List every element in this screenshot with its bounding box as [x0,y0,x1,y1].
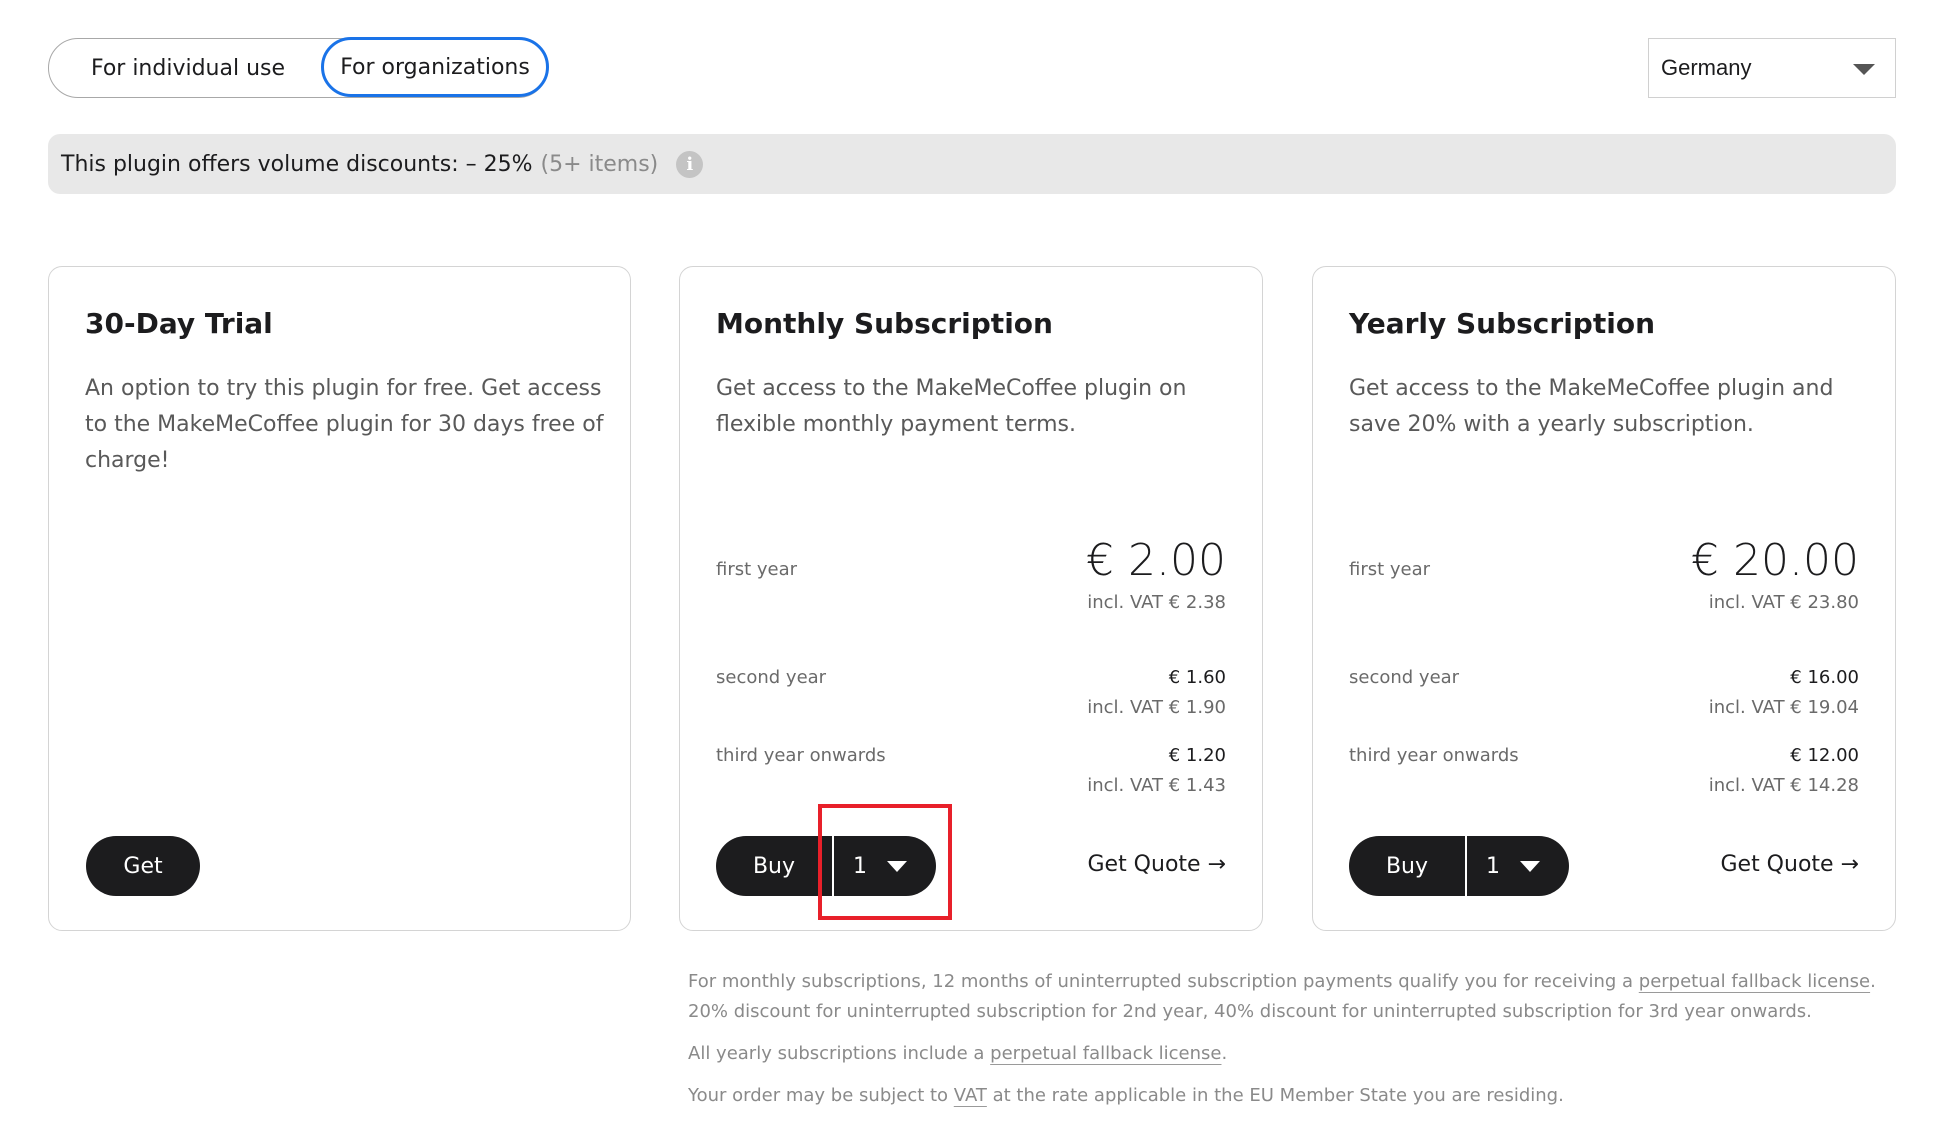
note-text: 20% discount for uninterrupted subscript… [688,1001,1812,1022]
chevron-down-icon [1853,64,1875,75]
price-vat: incl. VAT € 2.38 [1087,592,1226,613]
note-text: . [1870,971,1876,992]
card-title: Monthly Subscription [716,307,1053,340]
buy-button[interactable]: Buy [716,836,832,896]
price-label: third year onwards [1349,745,1519,766]
audience-toggle: For individual use For organizations [48,37,549,98]
price-label: second year [716,667,827,688]
toggle-organizations[interactable]: For organizations [321,37,549,97]
price-vat: incl. VAT € 23.80 [1708,592,1859,613]
price-vat: incl. VAT € 1.90 [1087,697,1226,718]
buy-group: Buy 1 [1349,836,1569,896]
price-label: second year [1349,667,1460,688]
banner-muted-text: (5+ items) [540,151,659,177]
vat-link[interactable]: VAT [954,1085,987,1106]
note-text: at the rate applicable in the EU Member … [986,1085,1564,1106]
chevron-down-icon [1520,860,1540,872]
get-quote-link[interactable]: Get Quote → [1087,852,1226,877]
price-amount: € 1.60 [1168,667,1226,688]
note-text: All yearly subscriptions include a [688,1043,991,1064]
note-text: Your order may be subject to [688,1085,954,1106]
chevron-down-icon [887,860,907,872]
price-label: first year [1349,559,1431,580]
price-amount: € 2.00 [1086,535,1226,586]
card-title: Yearly Subscription [1349,307,1656,340]
card-description: An option to try this plugin for free. G… [85,376,604,473]
card-description: Get access to the MakeMeCoffee plugin an… [1349,376,1834,437]
yearly-card: Yearly Subscription Get access to the Ma… [1312,266,1896,931]
volume-discount-banner: This plugin offers volume discounts: – 2… [48,134,1896,194]
get-button[interactable]: Get [86,836,200,896]
get-quote-link[interactable]: Get Quote → [1720,852,1859,877]
price-vat: incl. VAT € 19.04 [1708,697,1859,718]
footnotes: For monthly subscriptions, 12 months of … [688,967,1908,1111]
price-amount: € 12.00 [1790,745,1859,766]
quantity-value: 1 [853,853,867,879]
price-vat: incl. VAT € 14.28 [1708,775,1859,796]
buy-group: Buy 1 [716,836,936,896]
banner-text: This plugin offers volume discounts: – 2… [61,151,533,177]
quantity-dropdown[interactable]: 1 [834,836,936,896]
info-icon[interactable]: i [676,150,704,178]
monthly-note: For monthly subscriptions, 12 months of … [688,967,1908,1027]
price-label: third year onwards [716,745,886,766]
card-description: Get access to the MakeMeCoffee plugin on… [716,376,1187,437]
card-title: 30-Day Trial [85,307,273,340]
price-label: first year [716,559,798,580]
perpetual-fallback-license-link[interactable]: perpetual fallback license [1639,971,1870,992]
perpetual-fallback-license-link[interactable]: perpetual fallback license [990,1043,1221,1064]
vat-note: Your order may be subject to VAT at the … [688,1081,1908,1111]
note-text: . [1221,1043,1228,1064]
monthly-card: Monthly Subscription Get access to the M… [679,266,1263,931]
price-amount: € 20.00 [1691,535,1859,586]
price-amount: € 1.20 [1168,745,1226,766]
quantity-dropdown[interactable]: 1 [1467,836,1569,896]
trial-card: 30-Day Trial An option to try this plugi… [48,266,631,931]
country-value: Germany [1661,55,1752,80]
toggle-individual-use[interactable]: For individual use [49,39,323,97]
price-vat: incl. VAT € 1.43 [1087,775,1226,796]
quantity-value: 1 [1486,853,1500,879]
buy-button[interactable]: Buy [1349,836,1465,896]
price-amount: € 16.00 [1790,667,1859,688]
yearly-note: All yearly subscriptions include a perpe… [688,1039,1908,1069]
note-text: For monthly subscriptions, 12 months of … [688,971,1639,992]
country-select[interactable]: Germany [1648,38,1896,98]
